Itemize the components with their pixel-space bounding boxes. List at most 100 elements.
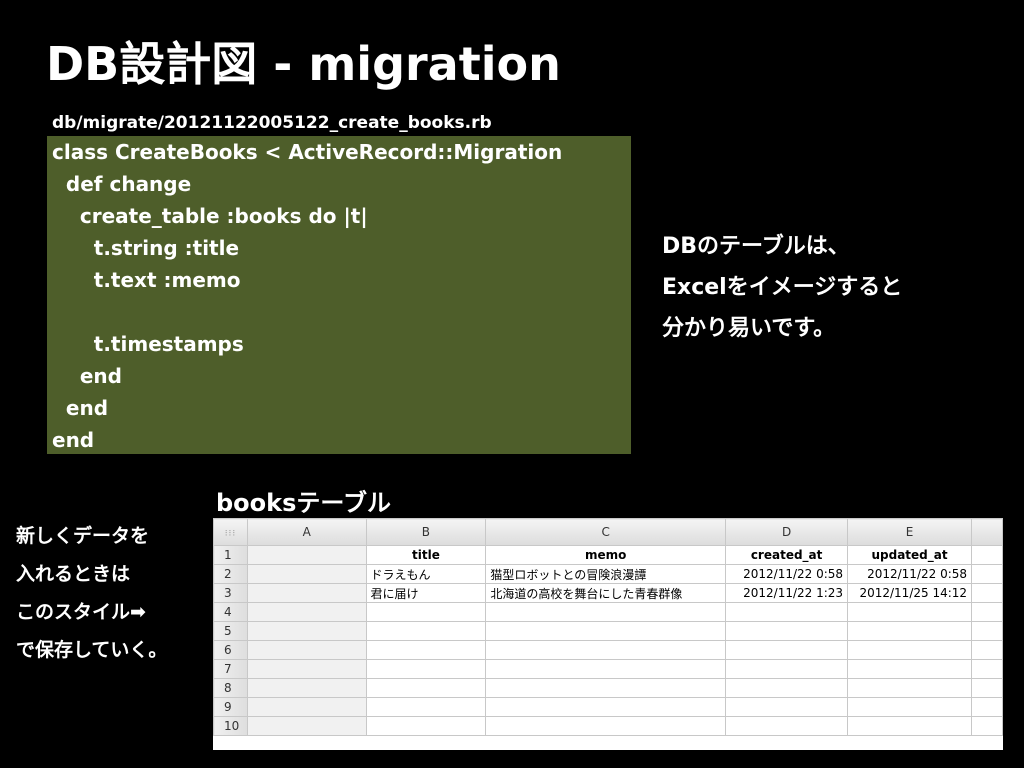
cell[interactable]: [847, 640, 973, 660]
cell[interactable]: [971, 640, 1003, 660]
cell[interactable]: [485, 678, 727, 698]
cell[interactable]: ドラえもん: [365, 564, 487, 584]
cell[interactable]: [725, 640, 849, 660]
cell[interactable]: [725, 678, 849, 698]
cell[interactable]: [246, 583, 367, 603]
row-header[interactable]: 2: [213, 564, 248, 584]
explanation-text: DBのテーブルは、 Excelをイメージすると 分かり易いです。: [662, 226, 902, 349]
cell[interactable]: [847, 621, 973, 641]
cell[interactable]: [847, 697, 973, 717]
cell[interactable]: [847, 659, 973, 679]
row-header[interactable]: 10: [213, 716, 248, 736]
table-row: 10: [213, 716, 1003, 736]
cell[interactable]: [485, 716, 727, 736]
cell[interactable]: [971, 716, 1003, 736]
cell[interactable]: [246, 621, 367, 641]
code-line: def change: [52, 172, 192, 196]
code-block: class CreateBooks < ActiveRecord::Migrat…: [47, 136, 631, 454]
cell[interactable]: [971, 659, 1003, 679]
table-row: 5: [213, 621, 1003, 641]
column-header-c[interactable]: C: [485, 518, 727, 546]
cell[interactable]: [365, 602, 487, 622]
cell[interactable]: [365, 678, 487, 698]
cell[interactable]: [485, 640, 727, 660]
cell[interactable]: [246, 545, 367, 565]
table-row: 3 君に届け 北海道の高校を舞台にした青春群像 2012/11/22 1:23 …: [213, 583, 1003, 603]
side-note-line: このスタイル➡: [16, 601, 146, 623]
cell[interactable]: [246, 602, 367, 622]
row-header[interactable]: 4: [213, 602, 248, 622]
cell[interactable]: [725, 716, 849, 736]
field-name-cell[interactable]: updated_at: [847, 545, 973, 565]
cell[interactable]: [246, 564, 367, 584]
explanation-line: DBのテーブルは、: [662, 234, 850, 259]
cell[interactable]: [847, 678, 973, 698]
row-header[interactable]: 3: [213, 583, 248, 603]
column-header-e[interactable]: E: [847, 518, 973, 546]
cell[interactable]: [365, 621, 487, 641]
cell[interactable]: 2012/11/22 1:23: [725, 583, 849, 603]
cell[interactable]: 2012/11/25 14:12: [847, 583, 973, 603]
cell[interactable]: [971, 583, 1003, 603]
cell[interactable]: [365, 716, 487, 736]
cell[interactable]: [246, 659, 367, 679]
field-name-cell[interactable]: created_at: [725, 545, 849, 565]
row-header[interactable]: 9: [213, 697, 248, 717]
cell[interactable]: 2012/11/22 0:58: [725, 564, 849, 584]
table-row: 4: [213, 602, 1003, 622]
code-line: create_table :books do |t|: [52, 204, 368, 228]
cell[interactable]: [971, 564, 1003, 584]
spreadsheet: ⁝⁝⁝ A B C D E 1 title memo created_at up…: [213, 518, 1003, 750]
cell[interactable]: [725, 659, 849, 679]
cell[interactable]: [365, 697, 487, 717]
cell[interactable]: [485, 602, 727, 622]
cell[interactable]: [365, 659, 487, 679]
table-row: 9: [213, 697, 1003, 717]
cell[interactable]: [725, 621, 849, 641]
cell[interactable]: [246, 697, 367, 717]
migration-file-path: db/migrate/20121122005122_create_books.r…: [52, 113, 492, 133]
row-header[interactable]: 8: [213, 678, 248, 698]
cell[interactable]: [971, 545, 1003, 565]
column-header-a[interactable]: A: [246, 518, 367, 546]
column-header-row: ⁝⁝⁝ A B C D E: [213, 518, 1003, 546]
table-row: 6: [213, 640, 1003, 660]
row-header[interactable]: 1: [213, 545, 248, 565]
row-header[interactable]: 7: [213, 659, 248, 679]
cell[interactable]: [971, 697, 1003, 717]
side-note-line: 新しくデータを: [16, 525, 150, 547]
cell[interactable]: [485, 621, 727, 641]
select-all-corner[interactable]: ⁝⁝⁝: [213, 518, 248, 546]
cell[interactable]: 北海道の高校を舞台にした青春群像: [485, 583, 727, 603]
cell[interactable]: [725, 697, 849, 717]
column-header-f[interactable]: [971, 518, 1003, 546]
code-line: t.timestamps: [52, 332, 244, 356]
column-header-d[interactable]: D: [725, 518, 849, 546]
cell[interactable]: 猫型ロボットとの冒険浪漫譚: [485, 564, 727, 584]
cell[interactable]: [971, 602, 1003, 622]
code-line: t.text :memo: [52, 268, 241, 292]
field-name-cell[interactable]: title: [365, 545, 487, 565]
cell[interactable]: [971, 678, 1003, 698]
cell[interactable]: [246, 640, 367, 660]
cell[interactable]: 2012/11/22 0:58: [847, 564, 973, 584]
cell[interactable]: 君に届け: [365, 583, 487, 603]
code-line: t.string :title: [52, 236, 240, 260]
cell[interactable]: [725, 602, 849, 622]
cell[interactable]: [847, 716, 973, 736]
cell[interactable]: [485, 697, 727, 717]
cell[interactable]: [847, 602, 973, 622]
row-header[interactable]: 6: [213, 640, 248, 660]
cell[interactable]: [246, 678, 367, 698]
table-row: 1 title memo created_at updated_at: [213, 545, 1003, 565]
column-header-b[interactable]: B: [365, 518, 487, 546]
code-line: end: [52, 364, 122, 388]
explanation-line: Excelをイメージすると: [662, 275, 903, 300]
cell[interactable]: [485, 659, 727, 679]
cell[interactable]: [971, 621, 1003, 641]
row-header[interactable]: 5: [213, 621, 248, 641]
cell[interactable]: [246, 716, 367, 736]
cell[interactable]: [365, 640, 487, 660]
field-name-cell[interactable]: memo: [485, 545, 727, 565]
